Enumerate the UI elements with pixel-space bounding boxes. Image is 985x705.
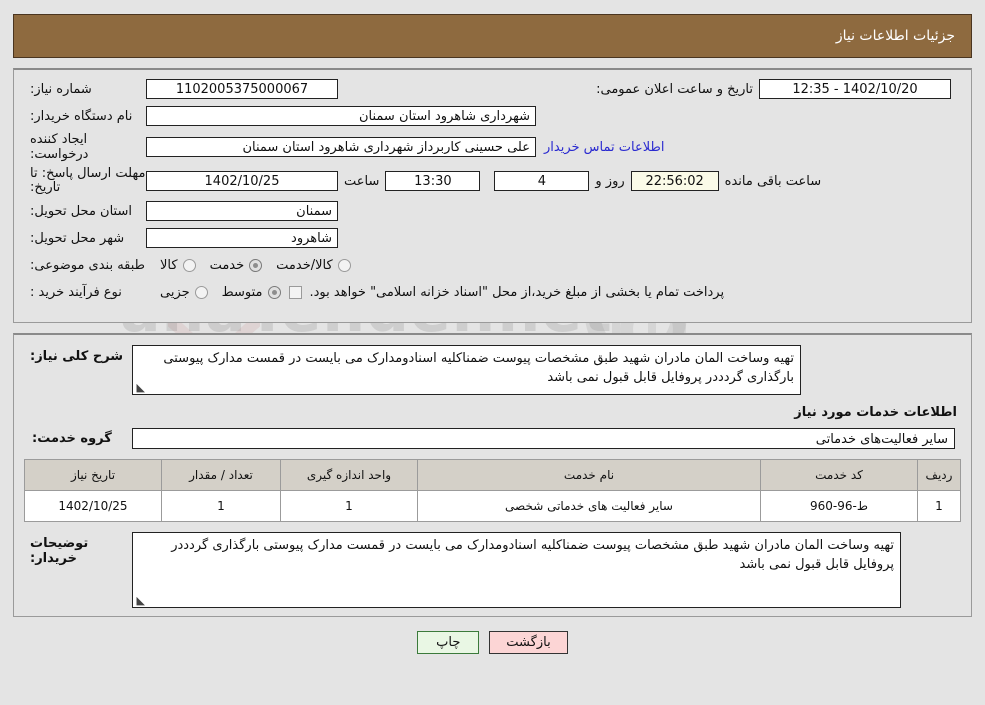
cell-service-code: ط-96-960 xyxy=(760,490,918,522)
buyer-org-value: شهرداری شاهرود استان سمنان xyxy=(146,106,536,126)
creator-label: ایجاد کننده درخواست: xyxy=(30,132,89,162)
radio-kala-khedmat-icon[interactable] xyxy=(337,258,351,272)
province-label: استان محل تحویل: xyxy=(30,203,132,219)
th-service-code: کد خدمت xyxy=(760,459,918,491)
deadline-time-value: 13:30 xyxy=(385,171,481,191)
th-service-name: نام خدمت xyxy=(417,459,761,491)
buyer-notes-textarea[interactable]: تهیه وساخت المان مادران شهید طبق مشخصات … xyxy=(132,532,901,608)
row-deadline: ساعت باقی مانده 22:56:02 روز و 4 13:30 س… xyxy=(24,167,961,195)
radio-kala-icon[interactable] xyxy=(182,258,196,272)
resize-grip-icon-2[interactable]: ◣ xyxy=(136,595,145,606)
print-button[interactable]: چاپ xyxy=(417,631,480,654)
category-option-1-label: خدمت xyxy=(209,257,245,273)
services-table: ردیف کد خدمت نام خدمت واحد اندازه گیری ت… xyxy=(24,459,961,522)
radio-khedmat-icon[interactable] xyxy=(249,258,263,272)
row-need-number: 1402/10/20 - 12:35 تاریخ و ساعت اعلان عم… xyxy=(24,78,961,100)
action-button-bar: بازگشت چاپ xyxy=(0,631,985,654)
row-category: کالا/خدمت خدمت کالا طبقه بندی موضوعی: xyxy=(24,254,961,276)
category-option-0[interactable]: کالا xyxy=(146,258,196,273)
th-unit: واحد اندازه گیری xyxy=(280,459,418,491)
deadline-label: مهلت ارسال پاسخ: تا تاریخ: xyxy=(30,166,146,195)
back-button[interactable]: بازگشت xyxy=(489,631,568,654)
city-value: شاهرود xyxy=(146,228,338,248)
need-description-textarea[interactable]: تهیه وساخت المان مادران شهید طبق مشخصات … xyxy=(132,345,801,395)
row-description: تهیه وساخت المان مادران شهید طبق مشخصات … xyxy=(24,345,961,395)
services-panel: تهیه وساخت المان مادران شهید طبق مشخصات … xyxy=(13,333,972,617)
treasury-note-text: پرداخت تمام یا بخشی از مبلغ خرید،از محل … xyxy=(309,284,725,300)
need-info-panel: 1402/10/20 - 12:35 تاریخ و ساعت اعلان عم… xyxy=(13,68,972,323)
hour-label: ساعت xyxy=(344,173,380,189)
process-option-0[interactable]: جزیی xyxy=(146,285,208,300)
radio-motevaset-icon[interactable] xyxy=(267,285,281,299)
cell-unit: 1 xyxy=(280,490,418,522)
table-row: 1 ط-96-960 سایر فعالیت های خدماتی شخصی 1… xyxy=(24,490,961,522)
city-label: شهر محل تحویل: xyxy=(30,230,125,246)
treasury-checkbox[interactable] xyxy=(288,285,302,299)
days-value: 4 xyxy=(494,171,590,191)
service-group-label: گروه خدمت: xyxy=(32,431,112,446)
resize-grip-icon[interactable]: ◣ xyxy=(136,382,145,393)
radio-jozei-icon[interactable] xyxy=(194,285,208,299)
deadline-date-value: 1402/10/25 xyxy=(146,171,338,191)
category-option-2-label: کالا/خدمت xyxy=(276,257,333,273)
table-header-row: ردیف کد خدمت نام خدمت واحد اندازه گیری ت… xyxy=(24,459,961,491)
row-service-group: سایر فعالیت‌های خدماتی گروه خدمت: xyxy=(24,428,961,449)
category-option-1[interactable]: خدمت xyxy=(196,258,263,273)
page-header: جزئیات اطلاعات نیاز xyxy=(13,14,972,58)
row-creator: اطلاعات تماس خریدار علی حسینی کاربرداز ش… xyxy=(24,132,961,162)
row-buyer-org: شهرداری شاهرود استان سمنان نام دستگاه خر… xyxy=(24,105,961,127)
creator-value: علی حسینی کاربرداز شهرداری شاهرود استان … xyxy=(146,137,536,157)
th-radif: ردیف xyxy=(917,459,961,491)
service-group-value: سایر فعالیت‌های خدماتی xyxy=(132,428,955,449)
buyer-notes-label: توضیحات خریدار: xyxy=(30,536,89,566)
th-quantity: تعداد / مقدار xyxy=(161,459,281,491)
process-type-label: نوع فرآیند خرید : xyxy=(30,284,122,300)
th-need-date: تاریخ نیاز xyxy=(24,459,162,491)
days-word: روز و xyxy=(595,173,625,189)
province-value: سمنان xyxy=(146,201,338,221)
need-number-label: شماره نیاز: xyxy=(30,81,92,97)
content-area: جزئیات اطلاعات نیاز 1402/10/20 - 12:35 ت… xyxy=(0,14,985,654)
page-root: anaTender.net V جزئیات اطلاعات نیاز 1402… xyxy=(0,14,985,705)
category-option-2[interactable]: کالا/خدمت xyxy=(262,258,351,273)
buyer-contact-link[interactable]: اطلاعات تماس خریدار xyxy=(536,140,672,155)
cell-quantity: 1 xyxy=(161,490,281,522)
category-label: طبقه بندی موضوعی: xyxy=(30,257,146,273)
row-process-type: پرداخت تمام یا بخشی از مبلغ خرید،از محل … xyxy=(24,281,961,303)
need-number-value: 1102005375000067 xyxy=(146,79,338,99)
remaining-time-value: 22:56:02 xyxy=(630,171,719,191)
public-announce-value: 1402/10/20 - 12:35 xyxy=(759,79,951,99)
cell-radif: 1 xyxy=(917,490,961,522)
services-section-title: اطلاعات خدمات مورد نیاز xyxy=(794,405,957,420)
category-option-0-label: کالا xyxy=(160,257,178,273)
row-province: سمنان استان محل تحویل: xyxy=(24,200,961,222)
process-option-1-label: متوسط xyxy=(221,284,263,300)
cell-need-date: 1402/10/25 xyxy=(24,490,162,522)
need-description-label: شرح کلی نیاز: xyxy=(30,349,124,364)
process-option-1[interactable]: متوسط xyxy=(208,285,281,300)
public-announce-label: تاریخ و ساعت اعلان عمومی: xyxy=(596,81,753,97)
need-description-text: تهیه وساخت المان مادران شهید طبق مشخصات … xyxy=(163,351,794,385)
row-city: شاهرود شهر محل تحویل: xyxy=(24,227,961,249)
remaining-word: ساعت باقی مانده xyxy=(724,173,822,189)
row-buyer-notes: تهیه وساخت المان مادران شهید طبق مشخصات … xyxy=(24,532,961,608)
cell-service-name: سایر فعالیت های خدماتی شخصی xyxy=(417,490,761,522)
page-title: جزئیات اطلاعات نیاز xyxy=(835,28,955,44)
process-option-0-label: جزیی xyxy=(160,284,190,300)
buyer-org-label: نام دستگاه خریدار: xyxy=(30,108,133,124)
buyer-notes-text: تهیه وساخت المان مادران شهید طبق مشخصات … xyxy=(171,538,894,572)
